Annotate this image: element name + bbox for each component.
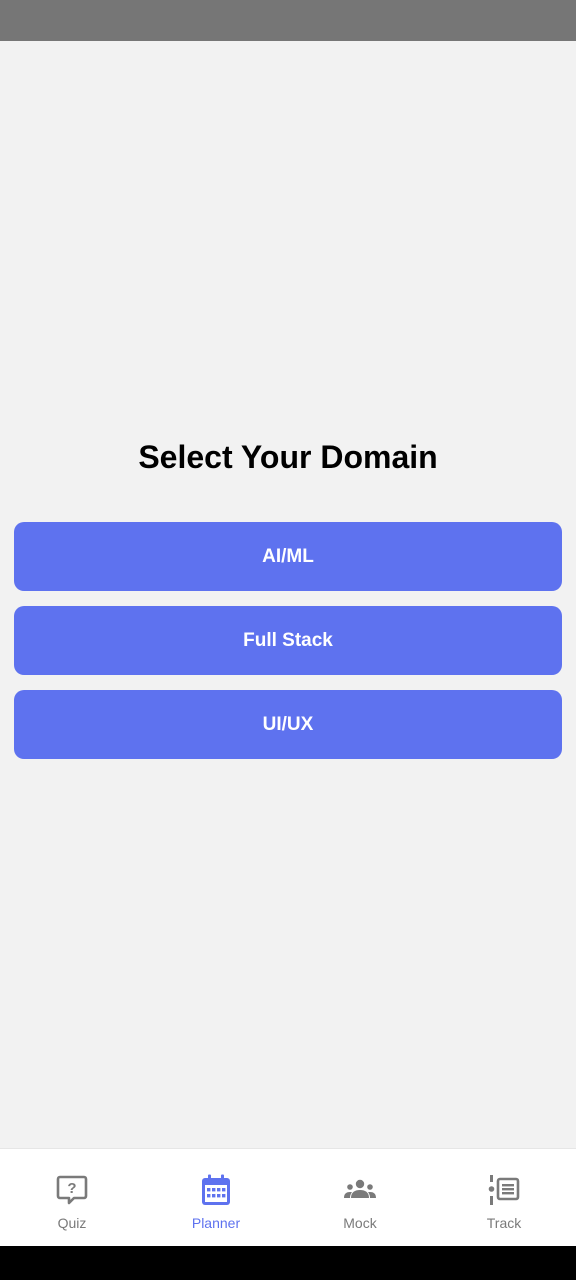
nav-item-quiz[interactable]: ? Quiz	[0, 1149, 144, 1246]
domain-button-label: UI/UX	[262, 713, 314, 735]
domain-button-label: AI/ML	[262, 545, 314, 567]
svg-text:?: ?	[67, 1180, 76, 1197]
screen: Select Your Domain AI/ML Full Stack UI/U…	[0, 0, 576, 1280]
nav-label-quiz: Quiz	[57, 1215, 87, 1231]
nav-item-mock[interactable]: Mock	[288, 1149, 432, 1246]
nav-item-track[interactable]: Track	[432, 1149, 576, 1246]
domain-button-aiml[interactable]: AI/ML	[14, 522, 562, 591]
group-icon	[344, 1179, 376, 1198]
domain-button-label: Full Stack	[243, 629, 333, 651]
nav-item-planner[interactable]: Planner	[144, 1149, 288, 1246]
status-bar	[0, 0, 576, 41]
quiz-icon: ?	[56, 1175, 88, 1205]
nav-label-planner: Planner	[191, 1215, 241, 1231]
track-list-icon	[488, 1175, 520, 1205]
calendar-icon	[202, 1174, 230, 1205]
page-title: Select Your Domain	[138, 439, 438, 475]
domain-button-full-stack[interactable]: Full Stack	[14, 606, 562, 675]
bottom-navigation: ? Quiz Planner Mock Track	[0, 1148, 576, 1246]
domain-button-uiux[interactable]: UI/UX	[14, 690, 562, 759]
nav-label-mock: Mock	[343, 1215, 377, 1231]
system-navigation-bar	[0, 1246, 576, 1280]
nav-label-track: Track	[486, 1215, 522, 1231]
